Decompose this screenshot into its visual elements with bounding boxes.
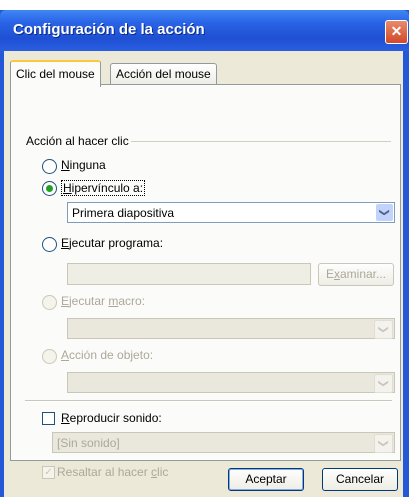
radio-run-program-label[interactable]: Ejecutar programa: xyxy=(61,236,163,250)
label-text: aminar... xyxy=(339,267,387,281)
accel-key: N xyxy=(61,158,70,172)
dialog-body: Clic del mouse Acción del mouse Acción a… xyxy=(4,51,403,497)
play-sound-checkbox[interactable] xyxy=(42,412,55,425)
radio-object-action[interactable] xyxy=(42,349,57,364)
label-text: inguna xyxy=(69,158,106,172)
label-text: lic xyxy=(157,465,169,479)
radio-run-macro-label[interactable]: Ejecutar macro: xyxy=(61,294,145,308)
radio-hyperlink-label[interactable]: Hipervínculo a: xyxy=(61,180,146,196)
arrow-glyph: ❯ xyxy=(377,439,389,448)
tab-label: Acción del mouse xyxy=(116,67,211,81)
accel-key: m xyxy=(108,294,119,308)
sound-select[interactable]: [Sin sonido] ❯ xyxy=(52,432,395,453)
hyperlink-select-value: Primera diapositiva xyxy=(72,206,175,220)
accel-key: E xyxy=(61,294,70,308)
group-title: Acción al hacer clic xyxy=(26,134,129,148)
arrow-glyph: ❯ xyxy=(378,208,390,217)
radio-object-action-label[interactable]: Acción de objeto: xyxy=(61,348,153,362)
hyperlink-select[interactable]: Primera diapositiva ❯ xyxy=(67,202,395,223)
accel-key: H xyxy=(63,181,72,195)
label-text: eproducir sonido: xyxy=(69,411,162,425)
arrow-glyph: ❯ xyxy=(377,379,389,388)
macro-select[interactable]: ❯ xyxy=(67,318,395,339)
title-bar[interactable]: Configuración de la acción ✕ xyxy=(0,10,409,51)
accel-key: R xyxy=(61,411,70,425)
ok-button[interactable]: Aceptar xyxy=(228,468,304,491)
group-divider xyxy=(131,141,391,142)
arrow-glyph: ❯ xyxy=(377,325,389,334)
radio-hyperlink[interactable] xyxy=(42,181,57,196)
browse-button[interactable]: Examinar... xyxy=(318,263,394,286)
radio-none[interactable] xyxy=(42,159,57,174)
dialog-window: Configuración de la acción ✕ Clic del mo… xyxy=(0,10,409,497)
program-path-input[interactable] xyxy=(67,263,311,285)
label-text: Resaltar al hacer xyxy=(57,465,152,479)
chevron-down-icon[interactable]: ❯ xyxy=(374,434,393,453)
chevron-down-icon[interactable]: ❯ xyxy=(376,204,393,221)
button-label: Cancelar xyxy=(335,472,385,486)
cancel-button[interactable]: Cancelar xyxy=(322,468,398,491)
object-action-select[interactable]: ❯ xyxy=(67,372,395,393)
label-text: cción de objeto: xyxy=(69,348,154,362)
button-label: Aceptar xyxy=(245,472,287,486)
highlight-checkbox[interactable]: ✓ xyxy=(42,466,55,479)
label-text: jecutar xyxy=(69,294,109,308)
close-icon: ✕ xyxy=(390,23,403,39)
radio-run-program[interactable] xyxy=(42,237,57,252)
chevron-down-icon[interactable]: ❯ xyxy=(374,374,393,393)
label-text: ipervínculo a: xyxy=(71,181,144,195)
highlight-label[interactable]: Resaltar al hacer clic xyxy=(57,465,168,479)
accel-key: A xyxy=(61,348,70,362)
radio-none-label[interactable]: Ninguna xyxy=(61,158,106,172)
radio-run-macro[interactable] xyxy=(42,295,57,310)
separator xyxy=(25,400,392,402)
tab-clic-del-mouse[interactable]: Clic del mouse xyxy=(10,60,101,87)
dialog-title: Configuración de la acción xyxy=(13,21,205,38)
tab-label: Clic del mouse xyxy=(16,67,95,81)
accel-key: E xyxy=(61,236,70,250)
tab-accion-del-mouse[interactable]: Acción del mouse xyxy=(110,63,217,85)
close-button[interactable]: ✕ xyxy=(385,20,408,44)
label-text: E xyxy=(325,267,334,281)
sound-select-value: [Sin sonido] xyxy=(57,436,120,450)
label-text: acro: xyxy=(118,294,146,308)
label-text: jecutar programa: xyxy=(69,236,164,250)
tab-panel: Acción al hacer clic Ninguna Hipervíncul… xyxy=(10,84,401,479)
play-sound-label[interactable]: Reproducir sonido: xyxy=(61,411,162,425)
chevron-down-icon[interactable]: ❯ xyxy=(374,320,393,339)
